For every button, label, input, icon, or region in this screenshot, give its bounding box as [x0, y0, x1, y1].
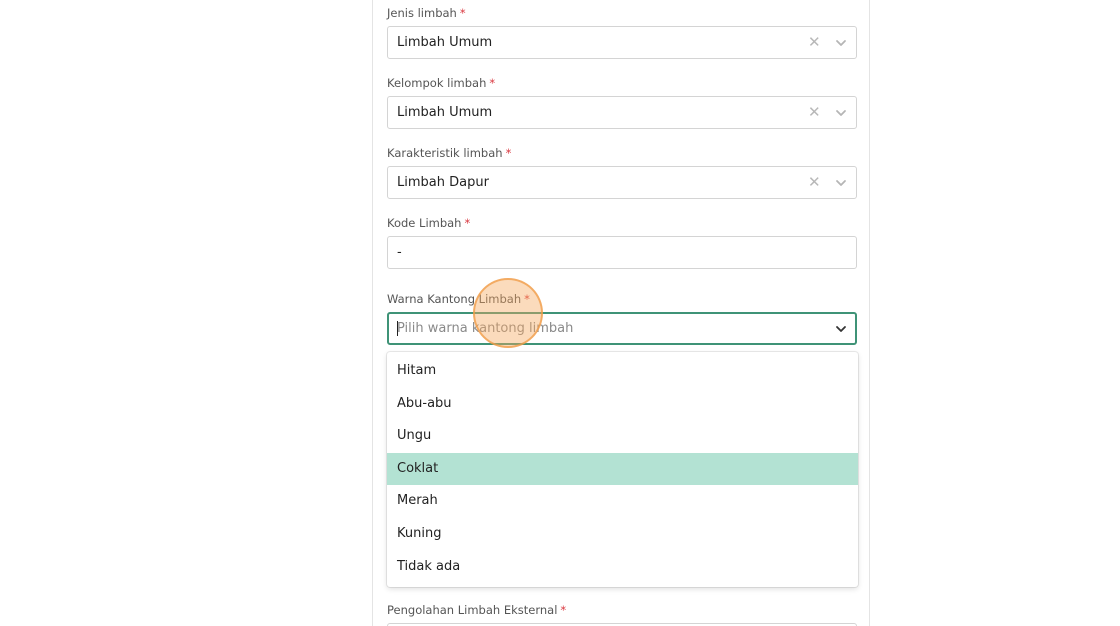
required-mark: *: [560, 603, 567, 617]
jenis-limbah-value: Limbah Umum: [397, 35, 493, 50]
kelompok-limbah-select[interactable]: Limbah Umum ✕: [387, 96, 857, 129]
close-icon[interactable]: ✕: [808, 97, 821, 128]
karakteristik-limbah-field: Karakteristik limbah * Limbah Dapur ✕: [387, 145, 857, 199]
warna-kantong-placeholder: Pilih warna kantong limbah: [397, 321, 574, 336]
close-icon[interactable]: ✕: [808, 27, 821, 58]
jenis-limbah-field: Jenis limbah * Limbah Umum ✕: [387, 5, 857, 59]
chevron-down-icon[interactable]: [834, 322, 848, 336]
required-mark: *: [505, 146, 512, 160]
jenis-limbah-select[interactable]: Limbah Umum ✕: [387, 26, 857, 59]
kode-limbah-label: Kode Limbah *: [387, 216, 471, 230]
option-coklat[interactable]: Coklat: [387, 452, 858, 486]
kode-limbah-input[interactable]: -: [387, 236, 857, 269]
option-ungu[interactable]: Ungu: [387, 420, 858, 453]
warna-kantong-label: Warna Kantong Limbah *: [387, 292, 530, 306]
option-tidak-ada[interactable]: Tidak ada: [387, 551, 858, 584]
chevron-down-icon[interactable]: [834, 36, 848, 50]
required-mark: *: [489, 76, 496, 90]
jenis-limbah-label: Jenis limbah *: [387, 6, 466, 20]
kelompok-limbah-field: Kelompok limbah * Limbah Umum ✕: [387, 75, 857, 129]
karakteristik-limbah-select[interactable]: Limbah Dapur ✕: [387, 166, 857, 199]
close-icon[interactable]: ✕: [808, 167, 821, 198]
option-abu-abu[interactable]: Abu-abu: [387, 388, 858, 421]
kode-limbah-field: Kode Limbah * -: [387, 215, 857, 269]
chevron-down-icon[interactable]: [834, 106, 848, 120]
karakteristik-limbah-label: Karakteristik limbah *: [387, 146, 512, 160]
kode-limbah-value: -: [397, 245, 402, 260]
pengolahan-eksternal-label: Pengolahan Limbah Eksternal *: [387, 603, 567, 617]
kelompok-limbah-value: Limbah Umum: [397, 105, 493, 120]
pengolahan-eksternal-field: Pengolahan Limbah Eksternal *: [387, 602, 857, 626]
chevron-down-icon[interactable]: [834, 176, 848, 190]
warna-kantong-dropdown: Hitam Abu-abu Ungu Coklat Merah Kuning T…: [387, 352, 858, 587]
required-mark: *: [459, 6, 466, 20]
form-panel: Jenis limbah * Limbah Umum ✕ Kelompok lim…: [372, 0, 870, 626]
warna-kantong-select[interactable]: Pilih warna kantong limbah: [387, 312, 857, 345]
warna-kantong-field: Warna Kantong Limbah * Pilih warna kanton…: [387, 291, 857, 345]
required-mark: *: [524, 292, 530, 306]
option-merah[interactable]: Merah: [387, 485, 858, 518]
kelompok-limbah-label: Kelompok limbah *: [387, 76, 496, 90]
option-kuning[interactable]: Kuning: [387, 518, 858, 551]
option-hitam[interactable]: Hitam: [387, 355, 858, 388]
karakteristik-limbah-value: Limbah Dapur: [397, 175, 489, 190]
required-mark: *: [464, 216, 471, 230]
